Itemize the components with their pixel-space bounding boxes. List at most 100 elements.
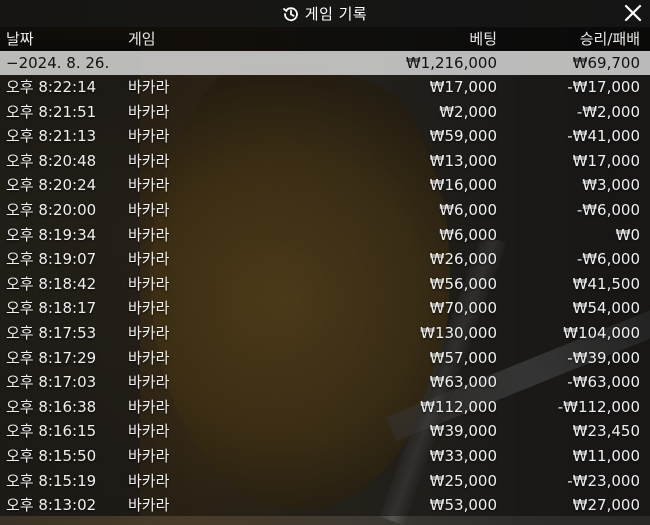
row-time: 오후 8:19:34	[6, 225, 97, 244]
row-bet: ₩13,000	[429, 151, 497, 170]
row-time: 오후 8:15:50	[6, 446, 97, 465]
row-game: 바카라	[128, 323, 170, 342]
history-row[interactable]: 오후 8:16:38 바카라 ₩112,000 -₩112,000	[0, 395, 650, 420]
row-result: -₩23,000	[567, 471, 640, 490]
row-result: ₩0	[615, 225, 640, 244]
row-time: 오후 8:15:19	[6, 471, 97, 490]
history-row[interactable]: 오후 8:17:03 바카라 ₩63,000 -₩63,000	[0, 370, 650, 395]
row-time: 오후 8:18:42	[6, 274, 97, 293]
row-game: 바카라	[128, 102, 170, 121]
row-bet: ₩56,000	[429, 274, 497, 293]
row-result: ₩3,000	[582, 176, 640, 195]
column-header-date[interactable]: 날짜	[6, 27, 34, 51]
history-row[interactable]: 오후 8:20:00 바카라 ₩6,000 -₩6,000	[0, 198, 650, 223]
row-result: ₩23,450	[572, 422, 640, 441]
game-history-panel: 게임 기록 날짜 게임 베팅 승리/패배 −2024. 8. 26. ₩1,21…	[0, 0, 650, 516]
history-row[interactable]: 오후 8:15:19 바카라 ₩25,000 -₩23,000	[0, 469, 650, 494]
row-result: -₩2,000	[576, 102, 640, 121]
row-game: 바카라	[128, 274, 170, 293]
row-time: 오후 8:20:00	[6, 200, 97, 219]
row-game: 바카라	[128, 422, 170, 441]
history-row[interactable]: 오후 8:17:53 바카라 ₩130,000 ₩104,000	[0, 321, 650, 346]
row-time: 오후 8:18:17	[6, 299, 97, 318]
row-bet: ₩57,000	[429, 348, 497, 367]
row-game: 바카라	[128, 225, 170, 244]
column-header-bet[interactable]: 베팅	[469, 27, 497, 51]
row-result: -₩41,000	[567, 127, 640, 146]
row-game: 바카라	[128, 299, 170, 318]
row-bet: ₩130,000	[420, 323, 497, 342]
history-row[interactable]: 오후 8:13:02 바카라 ₩53,000 ₩27,000	[0, 493, 650, 518]
row-bet: ₩25,000	[429, 471, 497, 490]
history-row[interactable]: 오후 8:18:42 바카라 ₩56,000 ₩41,500	[0, 272, 650, 297]
row-bet: ₩6,000	[439, 225, 497, 244]
row-time: 오후 8:13:02	[6, 496, 97, 515]
row-time: 오후 8:16:38	[6, 397, 97, 416]
row-bet: ₩39,000	[429, 422, 497, 441]
date-group-row[interactable]: −2024. 8. 26. ₩1,216,000 ₩69,700	[0, 51, 650, 75]
row-result: -₩17,000	[567, 78, 640, 96]
row-time: 오후 8:21:13	[6, 127, 97, 146]
row-game: 바카라	[128, 471, 170, 490]
row-bet: ₩16,000	[429, 176, 497, 195]
row-game: 바카라	[128, 373, 170, 392]
row-bet: ₩33,000	[429, 446, 497, 465]
date-group-bet-total: ₩1,216,000	[405, 54, 497, 72]
row-bet: ₩63,000	[429, 373, 497, 392]
history-row[interactable]: 오후 8:19:34 바카라 ₩6,000 ₩0	[0, 223, 650, 248]
row-bet: ₩17,000	[429, 78, 497, 96]
history-row[interactable]: 오후 8:18:17 바카라 ₩70,000 ₩54,000	[0, 296, 650, 321]
row-result: ₩54,000	[572, 299, 640, 318]
row-game: 바카라	[128, 250, 170, 269]
row-bet: ₩59,000	[429, 127, 497, 146]
history-row[interactable]: 오후 8:16:15 바카라 ₩39,000 ₩23,450	[0, 419, 650, 444]
close-button[interactable]	[622, 2, 644, 24]
row-result: -₩112,000	[557, 397, 640, 416]
row-result: ₩104,000	[563, 323, 640, 342]
history-row[interactable]: 오후 8:20:24 바카라 ₩16,000 ₩3,000	[0, 173, 650, 198]
history-row[interactable]: 오후 8:21:51 바카라 ₩2,000 -₩2,000	[0, 100, 650, 125]
history-row[interactable]: 오후 8:21:13 바카라 ₩59,000 -₩41,000	[0, 124, 650, 149]
window-title: 게임 기록	[304, 5, 368, 23]
row-game: 바카라	[128, 78, 170, 96]
row-result: -₩39,000	[567, 348, 640, 367]
date-group-label: −2024. 8. 26.	[6, 54, 110, 72]
row-time: 오후 8:16:15	[6, 422, 97, 441]
row-result: ₩11,000	[572, 446, 640, 465]
row-game: 바카라	[128, 446, 170, 465]
date-group-result-total: ₩69,700	[572, 54, 640, 72]
history-row[interactable]: 오후 8:15:50 바카라 ₩33,000 ₩11,000	[0, 444, 650, 469]
row-bet: ₩70,000	[429, 299, 497, 318]
title-bar: 게임 기록	[0, 0, 650, 27]
row-time: 오후 8:17:03	[6, 373, 97, 392]
row-time: 오후 8:17:53	[6, 323, 97, 342]
row-result: ₩41,500	[572, 274, 640, 293]
row-time: 오후 8:17:29	[6, 348, 97, 367]
row-result: ₩17,000	[572, 151, 640, 170]
history-icon	[282, 6, 299, 22]
row-result: ₩27,000	[572, 496, 640, 515]
history-row[interactable]: 오후 8:22:14 바카라 ₩17,000 -₩17,000	[0, 75, 650, 100]
column-header-game[interactable]: 게임	[128, 27, 156, 51]
column-header-result[interactable]: 승리/패배	[580, 27, 640, 51]
row-time: 오후 8:20:24	[6, 176, 97, 195]
row-game: 바카라	[128, 348, 170, 367]
row-game: 바카라	[128, 127, 170, 146]
row-game: 바카라	[128, 176, 170, 195]
row-time: 오후 8:20:48	[6, 151, 97, 170]
history-row[interactable]: 오후 8:17:29 바카라 ₩57,000 -₩39,000	[0, 346, 650, 371]
row-bet: ₩6,000	[439, 200, 497, 219]
row-bet: ₩2,000	[439, 102, 497, 121]
row-time: 오후 8:21:51	[6, 102, 97, 121]
row-game: 바카라	[128, 200, 170, 219]
column-header-row: 날짜 게임 베팅 승리/패배	[0, 27, 650, 51]
row-result: -₩6,000	[576, 250, 640, 269]
row-time: 오후 8:19:07	[6, 250, 97, 269]
history-row[interactable]: 오후 8:20:48 바카라 ₩13,000 ₩17,000	[0, 149, 650, 174]
row-game: 바카라	[128, 496, 170, 515]
row-game: 바카라	[128, 397, 170, 416]
row-bet: ₩112,000	[420, 397, 497, 416]
history-row[interactable]: 오후 8:19:07 바카라 ₩26,000 -₩6,000	[0, 247, 650, 272]
row-time: 오후 8:22:14	[6, 78, 97, 96]
close-icon	[624, 4, 642, 22]
